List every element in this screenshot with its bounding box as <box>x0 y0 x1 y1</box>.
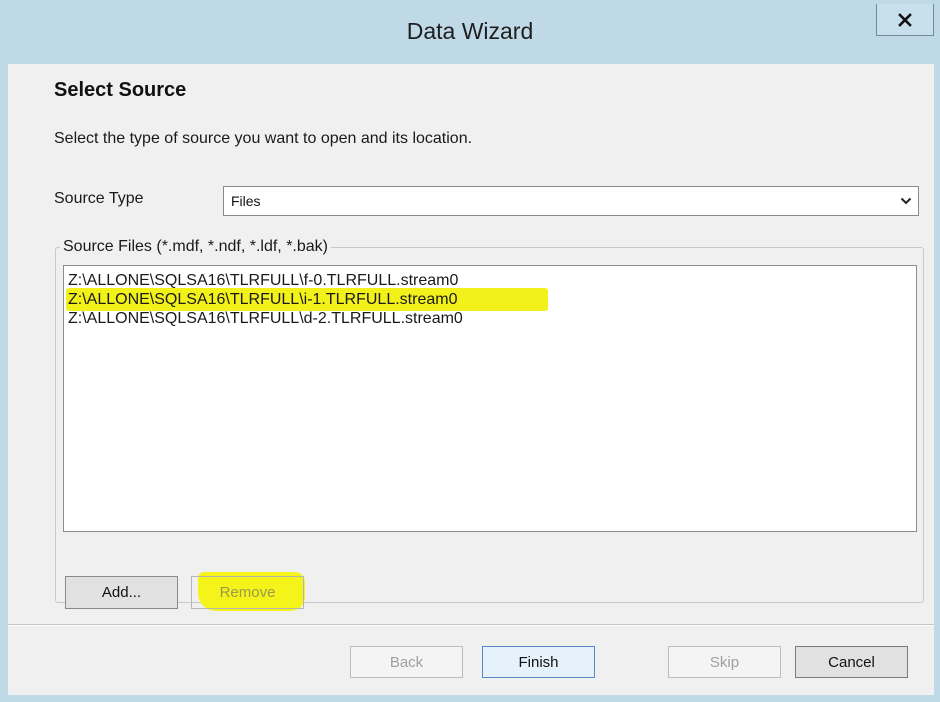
title-bar: Data Wizard <box>0 0 940 64</box>
page-description: Select the type of source you want to op… <box>54 130 473 147</box>
footer-separator <box>8 624 934 626</box>
file-path: Z:\ALLONE\SQLSA16\TLRFULL\f-0.TLRFULL.st… <box>68 272 459 289</box>
window-title: Data Wizard <box>406 18 534 44</box>
source-files-list[interactable]: Z:\ALLONE\SQLSA16\TLRFULL\f-0.TLRFULL.st… <box>63 265 917 532</box>
window-frame-right <box>934 64 940 702</box>
close-icon <box>898 12 912 27</box>
window-frame-left <box>0 64 8 702</box>
finish-button[interactable]: Finish <box>482 646 595 678</box>
back-button[interactable]: Back <box>350 646 463 678</box>
cancel-button[interactable]: Cancel <box>795 646 908 678</box>
close-button[interactable] <box>876 4 934 36</box>
source-files-legend: Source Files (*.mdf, *.ndf, *.ldf, *.bak… <box>60 238 331 256</box>
window-frame-bottom <box>0 695 940 702</box>
source-type-value: Files <box>231 193 261 209</box>
remove-button[interactable]: Remove <box>191 576 304 609</box>
wizard-body: Select Source Select the type of source … <box>8 64 934 695</box>
file-path: Z:\ALLONE\SQLSA16\TLRFULL\d-2.TLRFULL.st… <box>68 310 463 327</box>
add-button[interactable]: Add... <box>65 576 178 609</box>
file-list-item[interactable]: Z:\ALLONE\SQLSA16\TLRFULL\d-2.TLRFULL.st… <box>64 309 916 328</box>
file-list-item[interactable]: Z:\ALLONE\SQLSA16\TLRFULL\i-1.TLRFULL.st… <box>64 288 916 311</box>
skip-button[interactable]: Skip <box>668 646 781 678</box>
source-type-label: Source Type <box>54 190 144 207</box>
chevron-down-icon <box>900 197 912 205</box>
page-title: Select Source <box>54 79 187 101</box>
source-type-select[interactable]: Files <box>223 186 919 216</box>
file-path: Z:\ALLONE\SQLSA16\TLRFULL\i-1.TLRFULL.st… <box>68 291 458 308</box>
